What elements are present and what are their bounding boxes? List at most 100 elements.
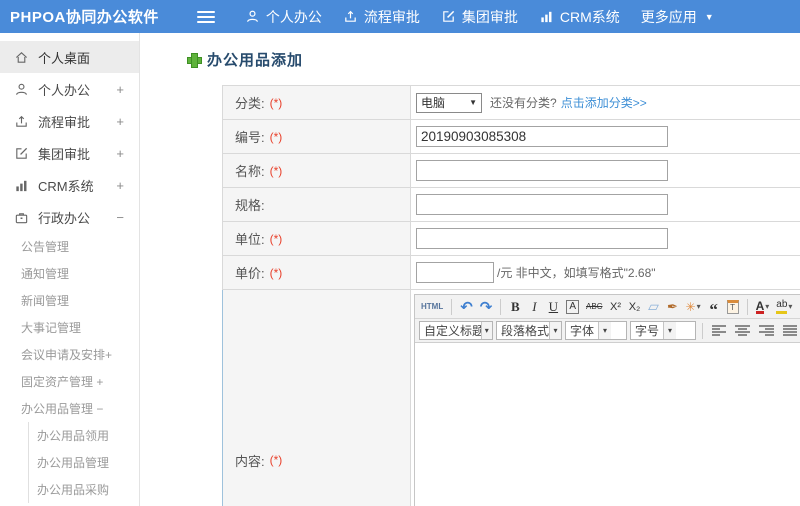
topbar: PHPOA协同办公软件 个人办公 流程审批 集团审批 CRM系统 更多应用 ▼ [0, 0, 800, 33]
sidebar-item-label: 个人桌面 [38, 50, 91, 66]
expand-toggle[interactable]: + [116, 178, 124, 193]
caret-down-icon: ▾ [696, 302, 701, 311]
sidebar-subsubitem-supplies-receive[interactable]: 办公用品领用 [29, 422, 139, 449]
category-select[interactable]: 电脑 ▼ [416, 92, 482, 113]
content-label: 内容: (*) [223, 290, 411, 506]
subitem-label: 办公用品管理 − [21, 402, 104, 416]
underline-button[interactable]: U [545, 298, 561, 316]
topmenu-personal-office[interactable]: 个人办公 [245, 7, 322, 27]
align-center-icon[interactable] [735, 325, 750, 336]
paragraph-format-select[interactable]: 段落格式 ▾ [496, 321, 562, 340]
caret-down-icon: ▾ [549, 322, 561, 339]
top-menu: 个人办公 流程审批 集团审批 CRM系统 更多应用 ▼ [245, 7, 714, 27]
undo-icon[interactable]: ↶ [458, 298, 475, 316]
sidebar-subitem-fixed-assets[interactable]: 固定资产管理 + [0, 368, 139, 395]
superscript-button[interactable]: X² [608, 298, 624, 316]
italic-button[interactable]: I [526, 298, 542, 316]
home-icon [13, 49, 29, 65]
blockquote-button[interactable]: “ [706, 298, 722, 318]
topmenu-label: 集团审批 [461, 8, 518, 25]
add-category-link[interactable]: 点击添加分类>> [561, 94, 647, 111]
topmenu-label: CRM系统 [559, 8, 620, 25]
rich-text-editor: HTML ↶ ↷ B I U A ABC X² X₂ ▱ ✒ ✳ ▾ “ T A… [414, 294, 800, 506]
subscript-button[interactable]: X₂ [627, 298, 643, 316]
add-plus-icon [187, 53, 202, 68]
hamburger-menu-icon[interactable] [196, 10, 215, 23]
category-label: 分类: (*) [223, 86, 411, 119]
required-mark: (*) [269, 265, 283, 280]
expand-toggle[interactable]: + [116, 114, 124, 129]
form-row-content: 内容: (*) HTML ↶ ↷ B I U A ABC X² X₂ ▱ ✒ ✳… [222, 290, 800, 506]
price-input[interactable] [416, 262, 494, 283]
editor-content[interactable] [415, 343, 800, 506]
sidebar-item-personal-desktop[interactable]: 个人桌面 [0, 41, 139, 73]
spec-input[interactable] [416, 194, 668, 215]
bar-chart-icon [539, 9, 554, 24]
sidebar-subitem-meeting[interactable]: 会议申请及安排+ [0, 341, 139, 368]
code-label: 编号: (*) [223, 120, 411, 153]
person-icon [13, 81, 29, 97]
bold-button[interactable]: B [507, 298, 523, 316]
sidebar-item-group-approval[interactable]: 集团审批 + [0, 137, 139, 169]
sidebar-item-personal-office[interactable]: 个人办公 + [0, 73, 139, 105]
bar-chart-icon [13, 177, 29, 193]
paste-as-text-icon[interactable]: T [726, 299, 739, 314]
expand-toggle[interactable]: + [116, 82, 124, 97]
sidebar-subitem-notification[interactable]: 通知管理 [0, 260, 139, 287]
sidebar-subitem-announcement[interactable]: 公告管理 [0, 233, 139, 260]
required-mark: (*) [269, 95, 283, 110]
eraser-icon[interactable]: ▱ [646, 298, 662, 316]
subsubitem-label: 办公用品管理 [37, 456, 110, 470]
topmenu-workflow-approval[interactable]: 流程审批 [343, 7, 420, 27]
form-row-name: 名称: (*) [222, 154, 800, 188]
person-icon [245, 9, 260, 24]
caret-down-icon: ▾ [663, 322, 677, 339]
unit-input[interactable] [416, 228, 668, 249]
price-hint: /元 非中文，如填写格式"2.68" [497, 266, 656, 280]
strikethrough-button[interactable]: ABC [584, 298, 604, 316]
sidebar-item-workflow-approval[interactable]: 流程审批 + [0, 105, 139, 137]
sidebar-subitem-office-supplies[interactable]: 办公用品管理 − [0, 395, 139, 422]
sidebar: 个人桌面 个人办公 + 流程审批 + 集团审批 + CRM系统 + 行政办公 − [0, 33, 140, 506]
format-brush-icon[interactable]: ✒ [665, 298, 681, 316]
expand-toggle[interactable]: + [116, 146, 124, 161]
align-justify-icon[interactable] [782, 325, 798, 336]
sidebar-item-admin-office[interactable]: 行政办公 − [0, 201, 139, 233]
topmenu-group-approval[interactable]: 集团审批 [441, 7, 518, 27]
caret-down-icon: ▾ [788, 302, 793, 311]
font-size-select[interactable]: 字号 ▾ [630, 321, 696, 340]
required-mark: (*) [269, 163, 283, 178]
expand-toggle[interactable]: − [116, 210, 124, 225]
align-left-icon[interactable] [711, 325, 727, 336]
sidebar-subitem-memorabilia[interactable]: 大事记管理 [0, 314, 139, 341]
sidebar-item-crm[interactable]: CRM系统 + [0, 169, 139, 201]
main-content: 办公用品添加 分类: (*) 电脑 ▼ 还没有分类? 点击添加分类>> 编号: … [141, 33, 800, 506]
char-border-button[interactable]: A [566, 299, 580, 314]
name-input[interactable] [416, 160, 668, 181]
name-label: 名称: (*) [223, 154, 411, 187]
auto-format-icon[interactable]: ✳ ▾ [684, 298, 703, 316]
toolbar-separator [746, 298, 748, 315]
sidebar-subsubitem-supplies-purchase[interactable]: 办公用品采购 [29, 476, 139, 503]
topmenu-crm[interactable]: CRM系统 [539, 7, 620, 27]
font-family-select[interactable]: 字体 ▾ [565, 321, 628, 340]
form-row-price: 单价: (*) /元 非中文，如填写格式"2.68" [222, 256, 800, 290]
highlight-color-button[interactable]: ab ▾ [774, 298, 794, 316]
sidebar-subitem-news[interactable]: 新闻管理 [0, 287, 139, 314]
redo-icon[interactable]: ↷ [478, 298, 495, 316]
heading-select[interactable]: 自定义标题 ▾ [419, 321, 493, 340]
caret-down-icon: ▾ [598, 322, 612, 339]
sidebar-subsubitem-supplies-manage[interactable]: 办公用品管理 [29, 449, 139, 476]
supplies-add-form: 分类: (*) 电脑 ▼ 还没有分类? 点击添加分类>> 编号: (*) 201… [222, 85, 800, 506]
topmenu-more-apps[interactable]: 更多应用 ▼ [641, 7, 714, 27]
font-color-button[interactable]: A ▾ [754, 298, 772, 316]
subitem-label: 新闻管理 [21, 294, 70, 308]
html-source-button[interactable]: HTML [419, 298, 445, 316]
sidebar-level3-group: 办公用品领用 办公用品管理 办公用品采购 [28, 422, 139, 503]
category-selected-option: 电脑 [421, 96, 446, 110]
content-value-cell: HTML ↶ ↷ B I U A ABC X² X₂ ▱ ✒ ✳ ▾ “ T A… [411, 290, 800, 506]
align-right-icon[interactable] [758, 325, 774, 336]
subitem-label: 通知管理 [21, 267, 70, 281]
code-input[interactable] [416, 126, 668, 147]
sidebar-item-label: 流程审批 [38, 114, 91, 130]
